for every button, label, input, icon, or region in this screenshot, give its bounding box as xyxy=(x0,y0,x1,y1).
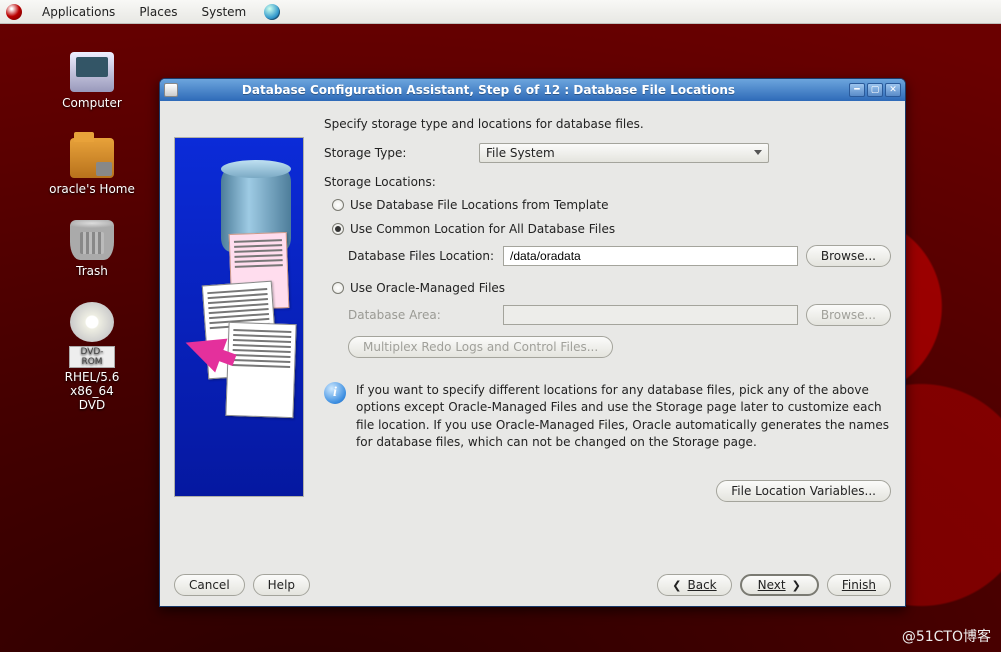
next-button[interactable]: Next ❯ xyxy=(740,574,819,596)
desktop-icon-dvd[interactable]: DVD-ROM RHEL/5.6 x86_64 DVD xyxy=(44,302,140,412)
desktop-icon-label: RHEL/5.6 x86_64 DVD xyxy=(44,370,140,412)
window-app-icon xyxy=(164,83,178,97)
info-icon: i xyxy=(324,382,346,404)
desktop-icon-label: Computer xyxy=(44,96,140,110)
distro-icon xyxy=(6,4,22,20)
desktop-icon-trash[interactable]: Trash xyxy=(44,220,140,278)
radio-label: Use Oracle-Managed Files xyxy=(350,281,505,295)
wizard-graphic xyxy=(174,137,304,497)
storage-type-combo[interactable]: File System xyxy=(479,143,769,163)
radio-icon xyxy=(332,282,344,294)
trash-icon xyxy=(70,220,114,260)
top-panel: Applications Places System xyxy=(0,0,1001,24)
back-button[interactable]: ❮ Back xyxy=(657,574,731,596)
radio-icon xyxy=(332,199,344,211)
radio-label: Use Database File Locations from Templat… xyxy=(350,198,609,212)
dbca-window: Database Configuration Assistant, Step 6… xyxy=(159,78,906,607)
minimize-button[interactable]: ━ xyxy=(849,83,865,97)
desktop: Computer oracle's Home Trash DVD-ROM RHE… xyxy=(0,24,1001,652)
title-bar[interactable]: Database Configuration Assistant, Step 6… xyxy=(160,79,905,101)
multiplex-button: Multiplex Redo Logs and Control Files... xyxy=(348,336,613,358)
browse-button[interactable]: Browse... xyxy=(806,245,891,267)
computer-icon xyxy=(70,52,114,92)
radio-icon xyxy=(332,223,344,235)
menu-places[interactable]: Places xyxy=(133,3,183,21)
menu-applications[interactable]: Applications xyxy=(36,3,121,21)
radio-template[interactable]: Use Database File Locations from Templat… xyxy=(332,198,891,212)
chevron-down-icon xyxy=(754,150,762,159)
window-title: Database Configuration Assistant, Step 6… xyxy=(182,83,847,97)
db-files-location-input[interactable] xyxy=(503,246,798,266)
file-location-variables-button[interactable]: File Location Variables... xyxy=(716,480,891,502)
desktop-icon-label: oracle's Home xyxy=(44,182,140,196)
radio-common-location[interactable]: Use Common Location for All Database Fil… xyxy=(332,222,891,236)
wizard-footer: Cancel Help ❮ Back Next ❯ Finish xyxy=(174,564,891,596)
db-area-label: Database Area: xyxy=(348,308,503,322)
storage-type-value: File System xyxy=(486,146,555,160)
help-button[interactable]: Help xyxy=(253,574,310,596)
radio-label: Use Common Location for All Database Fil… xyxy=(350,222,615,236)
db-files-location-label: Database Files Location: xyxy=(348,249,503,263)
desktop-icon-home[interactable]: oracle's Home xyxy=(44,138,140,196)
watermark: @51CTO博客 xyxy=(902,626,991,646)
form-area: Specify storage type and locations for d… xyxy=(324,113,891,564)
info-text: If you want to specify different locatio… xyxy=(356,382,891,452)
finish-button[interactable]: Finish xyxy=(827,574,891,596)
dvd-badge: DVD-ROM xyxy=(69,346,115,368)
desktop-icon-computer[interactable]: Computer xyxy=(44,52,140,110)
chevron-left-icon: ❮ xyxy=(672,579,681,592)
storage-locations-label: Storage Locations: xyxy=(324,175,891,189)
close-button[interactable]: ✕ xyxy=(885,83,901,97)
cancel-button[interactable]: Cancel xyxy=(174,574,245,596)
intro-text: Specify storage type and locations for d… xyxy=(324,117,891,131)
radio-omf[interactable]: Use Oracle-Managed Files xyxy=(332,281,891,295)
browse-button-disabled: Browse... xyxy=(806,304,891,326)
db-area-input xyxy=(503,305,798,325)
home-folder-icon xyxy=(70,138,114,178)
desktop-icon-label: Trash xyxy=(44,264,140,278)
maximize-button[interactable]: ▢ xyxy=(867,83,883,97)
dvd-icon xyxy=(70,302,114,342)
menu-system[interactable]: System xyxy=(195,3,252,21)
network-icon[interactable] xyxy=(264,4,280,20)
storage-type-label: Storage Type: xyxy=(324,146,479,160)
chevron-right-icon: ❯ xyxy=(792,579,801,592)
